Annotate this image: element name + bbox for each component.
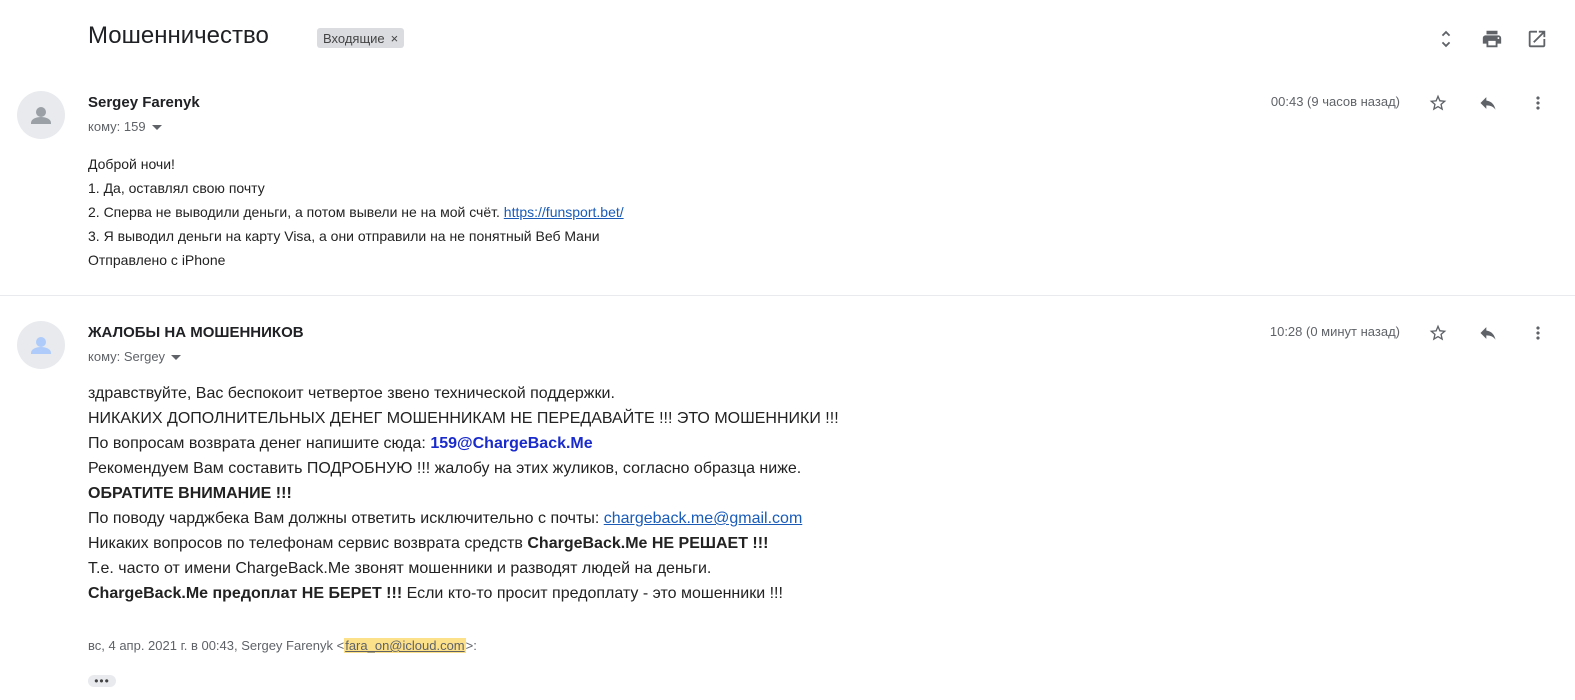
quote-prefix: вс, 4 апр. 2021 г. в 00:43, Sergey Faren… [88,638,345,653]
body-line: Отправлено с iPhone [88,252,226,268]
body-bold-text: ChargeBack.Me предоплат НЕ БЕРЕТ !!! [88,585,403,602]
body-line: здравствуйте, Вас беспокоит четвертое зв… [88,385,615,402]
sender-avatar[interactable] [17,91,65,139]
message-time: 00:43 (9 часов назад) [1270,94,1400,109]
sender-name[interactable]: Sergey Farenyk [88,94,200,111]
body-line: Рекомендуем Вам составить ПОДРОБНУЮ !!! … [88,460,802,477]
more-options-icon[interactable] [1526,321,1550,345]
reply-icon[interactable] [1476,91,1500,115]
print-icon[interactable] [1480,27,1504,51]
quoted-sender-email[interactable]: fara_on@icloud.com [344,638,466,653]
inbox-label-chip[interactable]: Входящие × [317,28,405,48]
body-line-attention: ОБРАТИТЕ ВНИМАНИЕ !!! [88,485,292,502]
message-divider [0,295,1575,296]
show-trimmed-content-button[interactable]: ••• [88,675,116,687]
body-line: Т.е. часто от имени ChargeBack.Me звонят… [88,560,712,577]
sender-name[interactable]: ЖАЛОБЫ НА МОШЕННИКОВ [88,324,304,341]
remove-label-icon[interactable]: × [391,31,399,46]
sender-avatar[interactable] [17,321,65,369]
body-text: 2. Сперва не выводили деньги, а потом вы… [88,204,504,220]
quoted-header: вс, 4 апр. 2021 г. в 00:43, Sergey Faren… [88,638,477,653]
body-text: По поводу чарджбека Вам должны ответить … [88,510,604,527]
recipient-details-caret-icon[interactable] [151,125,162,130]
chargeback-email: 159@ChargeBack.Me [430,435,593,452]
recipient-details-caret-icon[interactable] [171,355,182,360]
star-icon[interactable] [1426,321,1450,345]
message-body: здравствуйте, Вас беспокоит четвертое зв… [88,381,839,606]
body-line: 3. Я выводил деньги на карту Visa, а они… [88,228,600,244]
body-bold-text: ChargeBack.Me НЕ РЕШАЕТ !!! [527,535,769,552]
body-line: По поводу чарджбека Вам должны ответить … [88,506,839,531]
body-line: Доброй ночи! [88,156,175,172]
body-line: НИКАКИХ ДОПОЛНИТЕЛЬНЫХ ДЕНЕГ МОШЕННИКАМ … [88,410,839,427]
body-line: 1. Да, оставлял свою почту [88,180,265,196]
star-icon[interactable] [1426,91,1450,115]
body-line: По вопросам возврата денег напишите сюда… [88,431,839,456]
funsport-link[interactable]: https://funsport.bet/ [504,204,624,220]
more-options-icon[interactable] [1526,91,1550,115]
body-line: Никаких вопросов по телефонам сервис воз… [88,531,839,556]
quote-suffix: >: [465,638,477,653]
body-text: Если кто-то просит предоплату - это моше… [402,585,783,602]
chargeback-gmail-link[interactable]: chargeback.me@gmail.com [604,510,803,527]
body-text: Никаких вопросов по телефонам сервис воз… [88,535,528,552]
body-line: ChargeBack.Me предоплат НЕ БЕРЕТ !!! Есл… [88,581,839,606]
message-body: Доброй ночи! 1. Да, оставлял свою почту … [88,152,624,272]
label-text: Входящие [323,30,385,46]
reply-icon[interactable] [1476,321,1500,345]
email-subject: Мошенничество [88,22,269,49]
recipient-text: кому: 159 [88,119,146,134]
body-line: 2. Сперва не выводили деньги, а потом вы… [88,200,624,224]
recipient-text: кому: Sergey [88,349,166,364]
recipient-line[interactable]: кому: Sergey [88,349,182,364]
recipient-line[interactable]: кому: 159 [88,119,162,134]
message-time: 10:28 (0 минут назад) [1269,324,1400,339]
body-text: По вопросам возврата денег напишите сюда… [88,435,431,452]
open-in-new-window-icon[interactable] [1525,27,1549,51]
expand-collapse-icon[interactable] [1434,27,1458,51]
